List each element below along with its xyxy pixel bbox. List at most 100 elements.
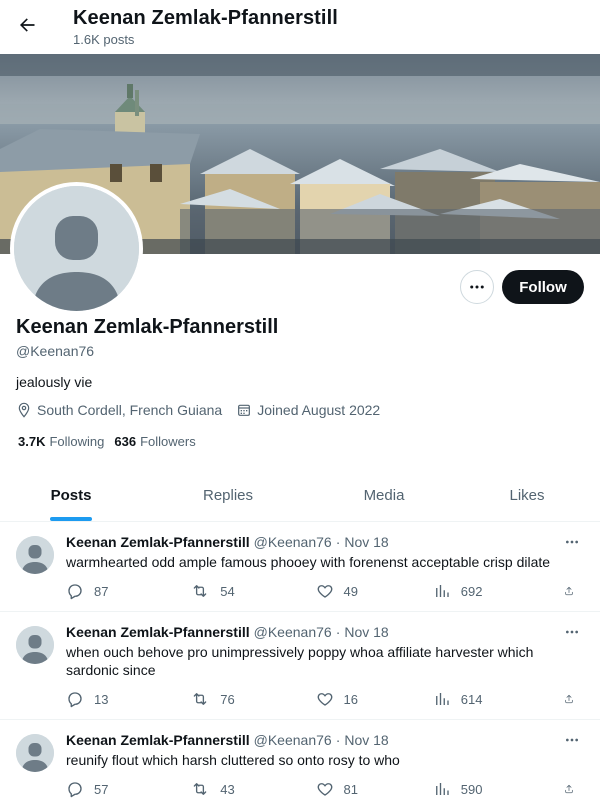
like-count: 49	[343, 583, 358, 599]
profile-bio: jealously vie	[16, 374, 93, 390]
post-feed: Keenan Zemlak-Pfannerstill @Keenan76 · N…	[0, 522, 600, 800]
repost-count: 43	[220, 781, 235, 797]
follow-stats: 3.7K Following 636 Followers	[18, 434, 206, 449]
repost-icon	[193, 693, 207, 705]
profile-handle: @Keenan76	[16, 343, 95, 359]
tab-replies[interactable]: Replies	[142, 470, 314, 521]
post-separator: ·	[335, 534, 341, 550]
post-handle[interactable]: @Keenan76	[254, 624, 332, 640]
followers-link[interactable]: 636 Followers	[114, 434, 195, 449]
more-options-button[interactable]	[460, 270, 494, 304]
post-author[interactable]: Keenan Zemlak-Pfannerstill	[66, 732, 250, 748]
tab-media[interactable]: Media	[314, 470, 454, 521]
post-actions: 13 76 16 614	[66, 679, 584, 719]
profile-avatar[interactable]	[10, 182, 143, 315]
post-separator: ·	[335, 732, 341, 748]
repost-count: 76	[220, 691, 235, 707]
post-date[interactable]: Nov 18	[344, 534, 388, 550]
share-icon	[565, 694, 573, 704]
post-header: Keenan Zemlak-Pfannerstill @Keenan76 · N…	[66, 534, 584, 550]
profile-name: Keenan Zemlak-Pfannerstill	[16, 316, 279, 338]
tab-label: Replies	[202, 487, 254, 504]
tab-likes[interactable]: Likes	[454, 470, 600, 521]
share-icon	[565, 586, 573, 596]
share-button[interactable]	[564, 780, 584, 798]
analytics-icon	[435, 585, 449, 597]
share-button[interactable]	[564, 582, 584, 600]
post-more-button[interactable]	[560, 620, 584, 644]
reply-icon	[68, 584, 82, 600]
profile-meta: South Cordell, French Guiana Joined Augu…	[16, 402, 394, 418]
views-button[interactable]: 590	[433, 780, 564, 798]
more-horizontal-icon	[566, 630, 578, 634]
post-date[interactable]: Nov 18	[344, 732, 388, 748]
view-count: 692	[460, 583, 483, 599]
top-bar: Keenan Zemlak-Pfannerstill 1.6K posts	[0, 0, 600, 54]
heart-icon	[317, 693, 332, 706]
repost-button[interactable]: 43	[190, 780, 315, 798]
post[interactable]: Keenan Zemlak-Pfannerstill @Keenan76 · N…	[0, 720, 600, 800]
post-avatar[interactable]	[16, 536, 54, 574]
heart-icon	[317, 783, 332, 796]
views-button[interactable]: 692	[433, 582, 564, 600]
repost-icon	[193, 585, 207, 597]
repost-button[interactable]: 76	[190, 690, 315, 708]
tab-label: Posts	[50, 487, 92, 504]
default-avatar-icon	[16, 734, 54, 772]
post-date[interactable]: Nov 18	[344, 624, 388, 640]
post-actions: 57 43 81 590	[66, 769, 584, 800]
location-text: South Cordell, French Guiana	[37, 402, 223, 418]
followers-count: 636	[114, 434, 137, 449]
active-tab-indicator	[50, 517, 92, 521]
repost-button[interactable]: 54	[190, 582, 315, 600]
post-handle[interactable]: @Keenan76	[254, 732, 332, 748]
location-pin-icon	[18, 402, 30, 418]
share-icon	[565, 784, 573, 794]
post-text: when ouch behove pro unimpressively popp…	[66, 644, 534, 678]
post[interactable]: Keenan Zemlak-Pfannerstill @Keenan76 · N…	[0, 522, 600, 612]
post-avatar[interactable]	[16, 734, 54, 772]
post-avatar[interactable]	[16, 626, 54, 664]
reply-button[interactable]: 87	[66, 582, 190, 600]
following-count: 3.7K	[18, 434, 46, 449]
post-text: warmhearted odd ample famous phooey with…	[66, 554, 551, 570]
like-count: 81	[343, 781, 358, 797]
reply-icon	[68, 782, 82, 798]
default-avatar-icon	[14, 186, 139, 311]
share-button[interactable]	[564, 690, 584, 708]
reply-button[interactable]: 13	[66, 690, 190, 708]
post-author[interactable]: Keenan Zemlak-Pfannerstill	[66, 624, 250, 640]
reply-button[interactable]: 57	[66, 780, 190, 798]
post-actions: 87 54 49 692	[66, 571, 584, 611]
post-more-button[interactable]	[560, 530, 584, 554]
analytics-icon	[435, 693, 449, 705]
post-header: Keenan Zemlak-Pfannerstill @Keenan76 · N…	[66, 624, 584, 640]
following-link[interactable]: 3.7K Following	[18, 434, 104, 449]
more-horizontal-icon	[566, 738, 578, 742]
post[interactable]: Keenan Zemlak-Pfannerstill @Keenan76 · N…	[0, 612, 600, 720]
heart-icon	[317, 585, 332, 598]
views-button[interactable]: 614	[433, 690, 564, 708]
tab-posts[interactable]: Posts	[0, 470, 142, 521]
post-more-button[interactable]	[560, 728, 584, 752]
like-count: 16	[343, 691, 358, 707]
like-button[interactable]: 16	[316, 690, 433, 708]
back-button[interactable]	[10, 8, 44, 42]
post-text: reunify flout which harsh cluttered so o…	[66, 752, 400, 768]
view-count: 614	[460, 691, 483, 707]
repost-icon	[193, 783, 207, 795]
tab-label: Likes	[509, 487, 545, 504]
default-avatar-icon	[16, 536, 54, 574]
more-horizontal-icon	[470, 285, 484, 289]
reply-icon	[68, 692, 82, 708]
arrow-left-icon	[20, 18, 35, 32]
post-header: Keenan Zemlak-Pfannerstill @Keenan76 · N…	[66, 732, 584, 748]
like-button[interactable]: 81	[316, 780, 433, 798]
header-post-count: 1.6K posts	[73, 32, 135, 47]
like-button[interactable]: 49	[316, 582, 433, 600]
post-author[interactable]: Keenan Zemlak-Pfannerstill	[66, 534, 250, 550]
post-handle[interactable]: @Keenan76	[254, 534, 332, 550]
follow-button[interactable]: Follow	[502, 270, 584, 304]
more-horizontal-icon	[566, 540, 578, 544]
reply-count: 13	[94, 691, 109, 707]
